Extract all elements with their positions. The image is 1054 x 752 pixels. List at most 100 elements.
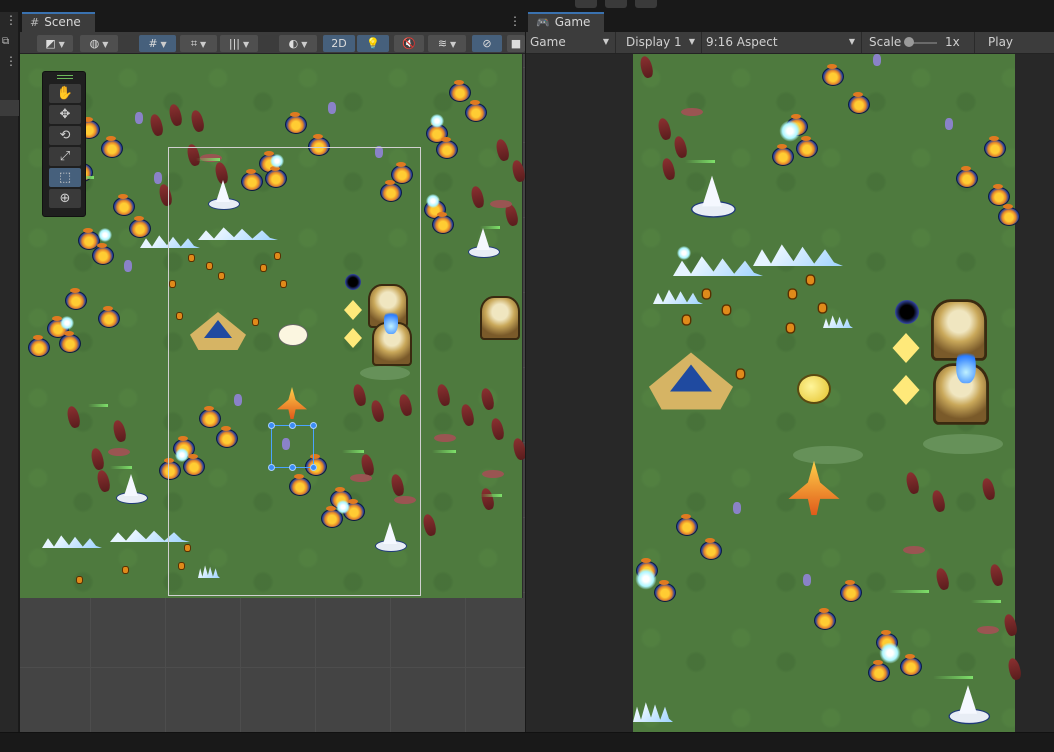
enemy-squid	[479, 386, 496, 412]
laser-streak	[933, 676, 973, 679]
draw-mode-dropdown[interactable]: ◩ ▼	[37, 35, 73, 52]
unity-editor: ⋮ ⧉ ⋮ # Scene ⋮ ◩ ▼ ◍ ▼ # ▼ ⌗ ▼ ||| ▼ ◐ ▼ 2D 💡 …	[0, 0, 1054, 752]
laser-streak	[971, 600, 1001, 603]
transform-tool[interactable]: ⊕	[49, 189, 81, 208]
move-icon: ✥	[59, 107, 71, 122]
enemy-fish	[482, 470, 504, 478]
pause-button[interactable]	[605, 0, 627, 8]
minion	[76, 576, 83, 584]
grid-visibility-dropdown[interactable]: ||| ▼	[220, 35, 258, 52]
enemy-squid	[95, 468, 112, 494]
enemy-bug	[811, 608, 837, 630]
rect-tool[interactable]: ⬚	[49, 168, 81, 187]
resize-handle[interactable]	[310, 422, 317, 429]
minion	[721, 304, 732, 316]
energy-glow	[879, 642, 901, 664]
lighting-toggle[interactable]: 💡	[357, 35, 389, 52]
view-mode-label: Game	[530, 35, 566, 49]
increment-snap-dropdown[interactable]: ⌗ ▼	[180, 35, 217, 52]
energy-diamond	[892, 333, 920, 363]
enemy-squid	[904, 470, 921, 496]
game-tab-label: Game	[554, 15, 591, 29]
scale-slider-thumb[interactable]	[904, 37, 914, 47]
resize-handle[interactable]	[268, 422, 275, 429]
hand-tool[interactable]: ✋	[49, 84, 81, 103]
laser-streak	[889, 590, 929, 593]
palette-grip-icon[interactable]	[57, 75, 73, 79]
kebab-menu-icon[interactable]: ⋮	[5, 14, 17, 26]
enemy-bug	[845, 92, 871, 114]
enemy-bug	[429, 212, 455, 234]
scale-tool[interactable]: ⤢	[49, 147, 81, 166]
selected-row[interactable]	[0, 100, 19, 116]
enemy-bug	[282, 112, 308, 134]
hidden-objects-toggle[interactable]: ⊘	[472, 35, 502, 52]
enemy-fish	[903, 546, 925, 554]
grid-snap-dropdown[interactable]: # ▼	[139, 35, 176, 52]
enemy-squid	[421, 512, 438, 538]
enemy-squid	[511, 436, 525, 462]
step-button[interactable]	[635, 0, 657, 8]
minion	[681, 314, 692, 326]
scale-value: 1x	[945, 35, 960, 49]
beacon-cone	[948, 685, 991, 727]
laser-streak	[110, 466, 132, 469]
enemy-squid	[930, 488, 947, 514]
yellow-mech	[797, 374, 831, 404]
tab-game[interactable]: 🎮 Game	[528, 12, 605, 32]
2d-toggle[interactable]: 2D	[323, 35, 355, 52]
enemy-bug	[697, 538, 723, 560]
minion	[122, 566, 129, 574]
crystal-rock	[945, 118, 953, 130]
enemy-squid	[111, 418, 128, 444]
resize-handle[interactable]	[310, 464, 317, 471]
rotate-tool[interactable]: ⟲	[49, 126, 81, 145]
rect-transform-icon: ⬚	[58, 170, 72, 185]
play-focused-dropdown[interactable]: Play Focuse	[984, 32, 1054, 69]
2d-label: 2D	[331, 37, 347, 50]
enemy-bug	[446, 80, 472, 102]
view-mode-dropdown[interactable]: Game ▼	[526, 32, 616, 53]
scene-kebab-icon[interactable]: ⋮	[509, 14, 521, 28]
enemy-squid	[510, 158, 525, 184]
ice-crystals	[823, 315, 853, 328]
audio-toggle[interactable]: 🔇	[394, 35, 424, 52]
crystal-rock	[733, 502, 741, 514]
laser-streak	[432, 450, 456, 453]
move-tool[interactable]: ✥	[49, 105, 81, 124]
enemy-fish	[108, 448, 130, 456]
effects-dropdown[interactable]: ≋ ▼	[428, 35, 466, 52]
enemy-squid	[435, 382, 452, 408]
tab-scene[interactable]: # Scene	[22, 12, 95, 32]
resize-handle[interactable]	[268, 464, 275, 471]
gamepad-icon: 🎮	[536, 16, 550, 29]
enemy-squid	[189, 108, 206, 134]
energy-glow	[430, 114, 444, 128]
enemy-bug	[769, 144, 795, 166]
player-ship	[788, 460, 840, 516]
draw-mode-icon: ◩	[45, 37, 56, 50]
aspect-dropdown[interactable]: 9:16 Aspect ▼	[702, 32, 862, 53]
resize-handle[interactable]	[289, 464, 296, 471]
window-icon[interactable]: ⧉	[2, 36, 9, 48]
enemy-tower	[480, 296, 520, 340]
display-dropdown[interactable]: Display 1 ▼	[622, 32, 702, 53]
enemy-fish	[434, 434, 456, 442]
camera-dropdown[interactable]: ■	[507, 35, 525, 52]
enemy-bug	[89, 243, 115, 265]
transform-icon: ⊕	[59, 191, 71, 206]
enemy-bug	[126, 216, 152, 238]
shading-mode-dropdown[interactable]: ◐ ▼	[279, 35, 317, 52]
enemy-bug	[95, 306, 121, 328]
selection-rect[interactable]	[268, 422, 317, 471]
global-toggle-dropdown[interactable]: ◍ ▼	[80, 35, 118, 52]
game-viewport[interactable]	[526, 54, 1054, 732]
resize-handle[interactable]	[289, 422, 296, 429]
globe-icon: ◍	[89, 37, 100, 50]
kebab-menu-icon[interactable]: ⋮	[5, 55, 17, 67]
scene-viewport[interactable]	[20, 54, 525, 732]
play-button[interactable]	[575, 0, 597, 8]
enemy-squid	[656, 116, 673, 142]
scene-panel: # Scene ⋮ ◩ ▼ ◍ ▼ # ▼ ⌗ ▼ ||| ▼ ◐ ▼ 2D 💡 🔇 ≋ ▼ ⊘…	[20, 12, 525, 732]
enemy-squid	[494, 137, 511, 163]
